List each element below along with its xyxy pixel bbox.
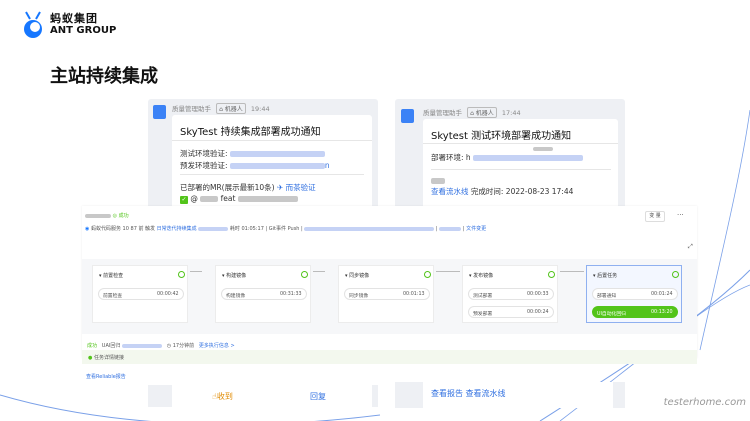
message-card[interactable]: SkyTest 持续集成部署成功通知 测试环境验证: 预发环境验证: n 已部署… [172,115,372,209]
detail-job-name: UAI回归 [101,343,121,349]
clock-icon: ◷ [166,343,172,349]
pipeline-panel: ◎ 成功 ◉ 蚂蚁代码服务 10 87 前 触发 日常迭代持续集成 耗时 01:… [82,206,697,358]
stage-name: 同步镜像 [349,273,370,279]
reply-button[interactable]: 回复 [310,391,326,402]
collect-button[interactable]: ☝收到 [212,391,233,402]
success-icon [424,271,431,278]
stage-name: 发布镜像 [473,273,494,279]
bot-avatar-icon [401,109,414,123]
stage-area: ▾ 前置检查 前置检查 00:00:42 ▾ 构建镜像 构建镜像 00:31:33 … [82,259,697,334]
success-icon [672,271,679,278]
duration: 耗时 01:05:17 [229,226,264,232]
chat-panel-right: 质量管理助手 ⌂ 机器人 17:44 Skytest 测试环境部署成功通知 部署… [395,99,625,209]
job-item[interactable]: 同步镜像 00:01:13 [344,288,430,300]
message-time: 19:44 [250,105,270,113]
branch-icon: ◉ [85,226,90,232]
stage-post-tasks[interactable]: ▾ 后置任务 部署通知 00:01:24 UI自动化回归 00:13:20 [586,265,682,323]
deploy-env-label: 部署环境: h [431,153,471,162]
commit-message: feat [220,194,236,203]
chat-panel-left: 质量管理助手 ⌂ 机器人 19:44 SkyTest 持续集成部署成功通知 测试… [148,99,378,209]
watermark: testerhome.com [663,397,746,408]
commit-author: @ [190,194,198,203]
file-changes-link[interactable]: 文件变更 [466,226,486,232]
variables-button[interactable]: 变 量 [645,211,665,222]
stage-build-image[interactable]: ▾ 构建镜像 构建镜像 00:31:33 [215,265,311,323]
expand-icon[interactable]: ⤢ [688,243,693,251]
bot-avatar-icon [153,105,166,119]
job-item-selected[interactable]: UI自动化回归 00:13:20 [592,306,678,318]
pre-env-label: 预发环境验证: [180,161,228,170]
sender-name: 质量管理助手 [423,109,462,117]
stage-name: 后置任务 [597,273,618,279]
redacted-link[interactable] [229,151,325,157]
trigger-info: 蚂蚁代码服务 10 87 前 触发 [90,226,156,232]
stage-precheck[interactable]: ▾ 前置检查 前置检查 00:00:42 [92,265,188,323]
task-detail-link[interactable]: 任务详情链接 [94,355,124,361]
sender-name: 质量管理助手 [172,105,211,113]
success-icon [301,271,308,278]
job-item[interactable]: 预发部署 00:00:24 [468,306,554,318]
plane-icon: ✈ [276,183,284,192]
pipeline-name-link[interactable]: 日常迭代持续集成 [157,226,197,232]
page-title: 主站持续集成 [50,66,158,87]
success-icon: ● [88,355,93,361]
status-success-icon: ◎ [112,213,117,219]
job-item[interactable]: 构建镜像 00:31:33 [221,288,307,300]
stage-name: 前置检查 [103,273,124,279]
job-item[interactable]: 前置检查 00:00:42 [98,288,184,300]
job-item[interactable]: 测试部署 00:00:33 [468,288,554,300]
more-info-link[interactable]: 更多执行信息 > [199,343,235,349]
robot-tag: ⌂ 机器人 [216,103,246,114]
job-item[interactable]: 部署通知 00:01:24 [592,288,678,300]
chat-actions-right: 查看报告 查看流水线 [395,382,625,408]
mr-label: 已部署的MR(展示最新10条) [180,183,275,192]
chat-actions-left: ☝收到 回复 [148,385,378,407]
task-detail-bar: ● 任务详情链接 [82,350,697,364]
test-env-label: 测试环境验证: [180,149,228,158]
pre-env-link-suffix[interactable]: n [325,161,330,170]
message-card[interactable]: Skytest 测试环境部署成功通知 部署环境: h 查看流水线 完成时间: 2… [423,119,618,209]
redacted-link[interactable] [229,163,325,169]
detail-time: 17分钟前 [172,343,195,349]
pipeline-status: 成功 [118,213,129,219]
message-time: 17:44 [501,109,521,117]
message-title: SkyTest 持续集成部署成功通知 [180,127,321,138]
trigger-event: Git事件 Push [268,226,300,232]
report-pipeline-links[interactable]: 查看报告 查看流水线 [431,388,506,399]
mr-link[interactable]: 而茶验证 [286,183,316,192]
stage-publish-image[interactable]: ▾ 发布镜像 测试部署 00:00:33 预发部署 00:00:24 [462,265,558,323]
more-button[interactable]: ··· [677,211,684,219]
robot-tag: ⌂ 机器人 [467,107,497,118]
ant-group-logo: 蚂蚁集团 ANT GROUP [20,10,116,40]
success-icon [178,271,185,278]
view-pipeline-link[interactable]: 查看流水线 [431,187,469,196]
brand-name-en: ANT GROUP [50,25,117,36]
check-icon: ✓ [180,196,188,204]
message-title: Skytest 测试环境部署成功通知 [431,131,572,142]
ant-logo-icon [20,10,46,40]
brand-name-cn: 蚂蚁集团 [50,12,98,25]
stage-sync-image[interactable]: ▾ 同步镜像 同步镜像 00:01:13 [338,265,434,323]
redacted-link[interactable] [473,155,584,161]
success-icon [548,271,555,278]
reliable-report-link[interactable]: 查看Reliable报告 [86,373,126,380]
detail-status: 成功 [87,343,98,349]
stage-name: 构建镜像 [226,273,247,279]
finish-time: 完成时间: 2022-08-23 17:44 [470,187,574,196]
